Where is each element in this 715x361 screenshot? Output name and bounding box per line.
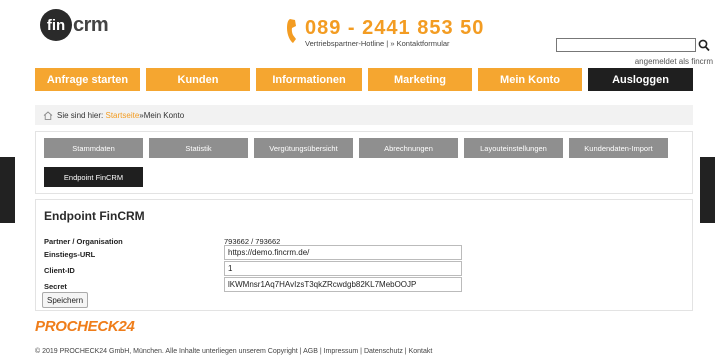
nav-informationen[interactable]: Informationen	[256, 68, 362, 91]
breadcrumb: Sie sind hier: Startseite » Mein Konto	[35, 105, 693, 125]
tab-stammdaten[interactable]: Stammdaten	[44, 138, 143, 158]
breadcrumb-home-link[interactable]: Startseite	[105, 111, 139, 120]
nav-ausloggen[interactable]: Ausloggen	[588, 68, 693, 91]
breadcrumb-current: Mein Konto	[143, 110, 185, 120]
tab-endpoint-fincrm[interactable]: Endpoint FinCRM	[44, 167, 143, 187]
right-edge-bar	[700, 157, 715, 223]
panel-title: Endpoint FinCRM	[44, 209, 145, 223]
client-id-field[interactable]	[224, 261, 462, 276]
tab-kundendaten-import[interactable]: Kundendaten-Import	[569, 138, 668, 158]
footer-copyright: © 2019 PROCHECK24 GmbH, München. Alle In…	[35, 348, 298, 355]
phone-number[interactable]: 089 - 2441 853 50	[305, 18, 484, 38]
footer-kontakt-link[interactable]: Kontakt	[409, 348, 433, 355]
search-input[interactable]	[556, 38, 696, 52]
hotline-label: Vertriebspartner-Hotline	[305, 39, 385, 48]
search-icon[interactable]	[698, 38, 710, 52]
account-tabs: Stammdaten Statistik Vergütungsübersicht…	[35, 131, 693, 194]
logo-text: crm	[73, 13, 109, 36]
logged-in-status: angemeldet als fincrm	[634, 57, 713, 66]
home-icon	[43, 110, 53, 120]
left-edge-bar	[0, 157, 15, 223]
footer: © 2019 PROCHECK24 GmbH, München. Alle In…	[35, 348, 432, 355]
header: fin crm 089 - 2441 853 50 Vertriebspartn…	[0, 0, 715, 66]
phone-icon	[287, 19, 296, 43]
breadcrumb-prefix: Sie sind hier:	[57, 110, 104, 120]
nav-marketing[interactable]: Marketing	[368, 68, 472, 91]
url-field[interactable]	[224, 245, 462, 260]
endpoint-panel: Endpoint FinCRM Partner / Organisation 7…	[35, 199, 693, 311]
procheck24-logo: PROCHECK24	[35, 318, 135, 335]
tab-abrechnungen[interactable]: Abrechnungen	[359, 138, 458, 158]
footer-agb-link[interactable]: AGB	[303, 348, 318, 355]
tab-statistik[interactable]: Statistik	[149, 138, 248, 158]
tab-verguetungsuebersicht[interactable]: Vergütungsübersicht	[254, 138, 353, 158]
logo-circle: fin	[40, 9, 72, 41]
footer-datenschutz-link[interactable]: Datenschutz	[364, 348, 403, 355]
nav-kunden[interactable]: Kunden	[146, 68, 250, 91]
hotline-separator: | »	[384, 39, 397, 48]
secret-label: Secret	[44, 282, 67, 291]
client-id-label: Client-ID	[44, 266, 75, 275]
url-label: Einstiegs-URL	[44, 250, 96, 259]
tab-layouteinstellungen[interactable]: Layouteinstellungen	[464, 138, 563, 158]
nav-anfrage-starten[interactable]: Anfrage starten	[35, 68, 140, 91]
contact-form-link[interactable]: Kontaktformular	[397, 39, 450, 48]
nav-mein-konto[interactable]: Mein Konto	[478, 68, 582, 91]
footer-impressum-link[interactable]: Impressum	[324, 348, 359, 355]
fincrm-logo[interactable]: fin crm	[40, 9, 109, 41]
hotline-block: 089 - 2441 853 50 Vertriebspartner-Hotli…	[286, 18, 484, 48]
partner-label: Partner / Organisation	[44, 237, 123, 246]
secret-field[interactable]	[224, 277, 462, 292]
hotline-line: Vertriebspartner-Hotline | » Kontaktform…	[305, 39, 484, 48]
main-nav: Anfrage starten Kunden Informationen Mar…	[35, 68, 693, 92]
save-button[interactable]: Speichern	[42, 292, 89, 308]
